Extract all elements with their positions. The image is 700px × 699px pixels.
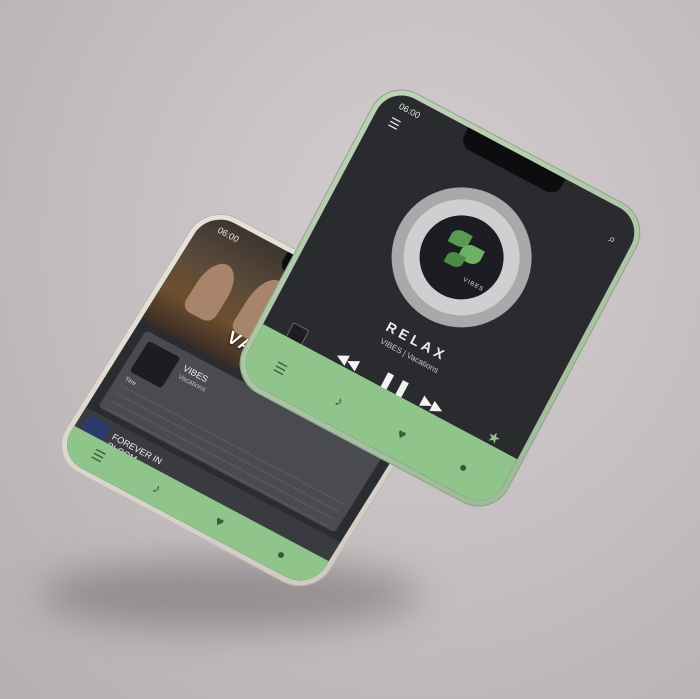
- album-art: VIBES: [404, 200, 519, 315]
- album-label: VIBES: [461, 277, 485, 294]
- album-disc-ring: VIBES: [383, 178, 541, 336]
- heart-icon[interactable]: ♥: [394, 425, 409, 443]
- music-note-icon[interactable]: ♪: [150, 480, 165, 497]
- notch: [459, 127, 566, 197]
- list-icon[interactable]: ☰: [88, 446, 109, 466]
- music-note-icon[interactable]: ♪: [333, 392, 347, 409]
- hamburger-icon[interactable]: ☰: [385, 114, 403, 134]
- heart-icon[interactable]: ♥: [212, 513, 228, 531]
- search-icon[interactable]: ⌕: [606, 231, 619, 247]
- floor-shadow: [40, 560, 420, 630]
- list-icon[interactable]: ☰: [271, 358, 290, 379]
- profile-icon[interactable]: ●: [274, 545, 290, 563]
- status-time: 06:00: [397, 101, 422, 121]
- profile-icon[interactable]: ●: [456, 458, 471, 476]
- album-thumbnail: [129, 340, 181, 389]
